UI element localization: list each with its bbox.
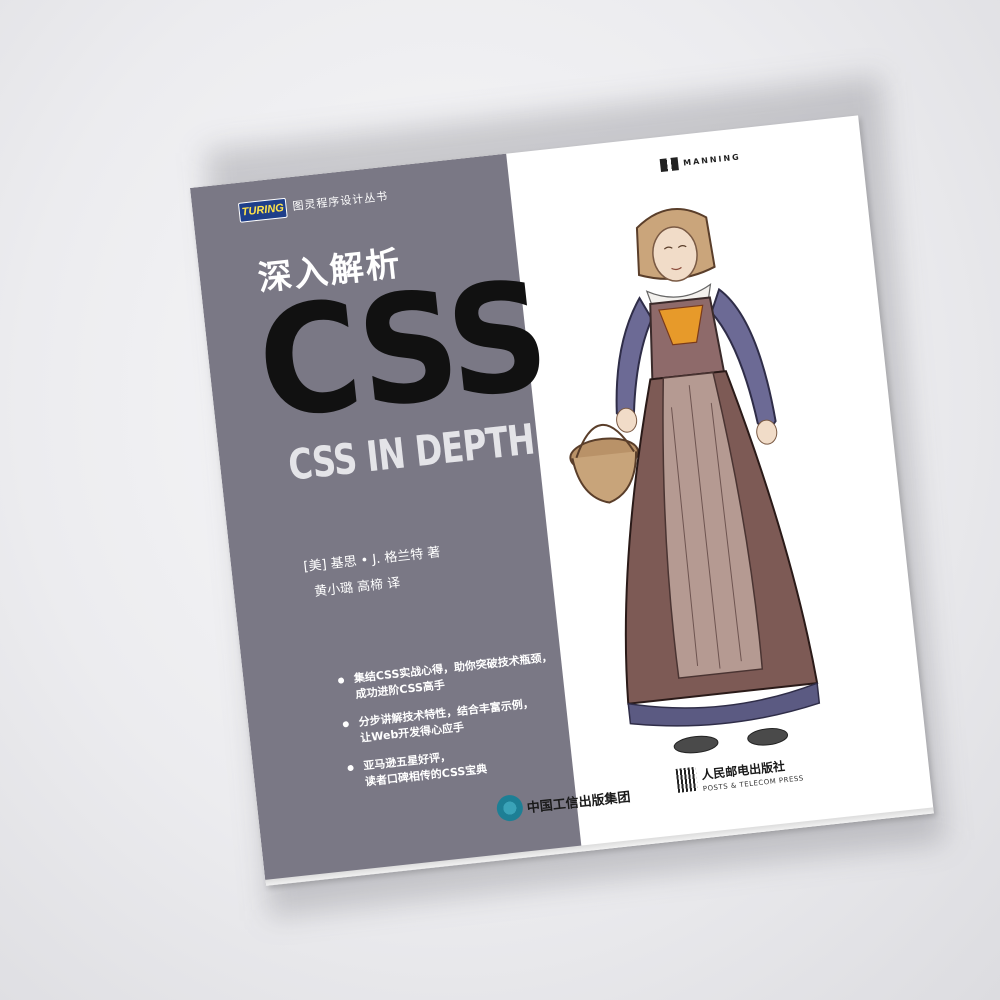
title-main: CSS xyxy=(250,249,553,454)
woman-illustration xyxy=(569,207,821,754)
publisher-emblem-icon xyxy=(495,793,525,823)
manning-text: MANNING xyxy=(682,152,742,168)
bullet-dot-icon xyxy=(347,764,354,772)
book-cover: TURING 图灵程序设计丛书 深入解析 CSS CSS IN DEPTH [美… xyxy=(190,115,934,886)
bullet-dot-icon xyxy=(342,721,350,728)
publisher-mark-icon xyxy=(675,766,699,793)
manning-mark-icon xyxy=(659,157,679,173)
feature-list: 集结CSS实战心得，助你突破技术瓶颈， 成功进阶CSS高手 分步讲解技术特性，结… xyxy=(335,647,588,804)
bullet-dot-icon xyxy=(337,677,345,684)
